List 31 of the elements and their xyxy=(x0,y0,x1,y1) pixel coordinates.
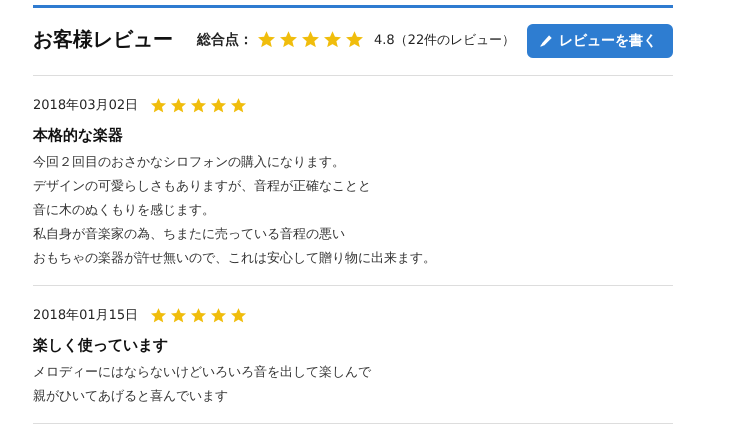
review-text-line: 私自身が音楽家の為、ちまたに売っている音程の悪い xyxy=(33,226,345,244)
star-icon xyxy=(279,30,298,49)
star-icon xyxy=(257,30,276,49)
rating-text: 4.8（22件のレビュー） xyxy=(374,32,516,48)
star-icon xyxy=(190,96,208,114)
review-text-line: メロディーにはならないけどいろいろ音を出して楽しんで xyxy=(33,364,371,382)
pencil-icon xyxy=(539,34,553,48)
review-title: 本格的な楽器 xyxy=(33,126,124,145)
section-title: お客様レビュー xyxy=(33,26,173,53)
star-icon xyxy=(210,96,228,114)
star-icon xyxy=(170,96,188,114)
star-icon xyxy=(323,30,342,49)
review-text-line: 親がひいてあげると喜んでいます xyxy=(33,388,228,406)
star-icon xyxy=(190,306,208,324)
star-icon xyxy=(230,306,248,324)
star-icon xyxy=(345,30,364,49)
review-text-line: 今回２回目のおさかなシロフォンの購入になります。 xyxy=(33,154,345,172)
star-icon xyxy=(230,96,248,114)
star-icon xyxy=(170,306,188,324)
review-date: 2018年03月02日 xyxy=(33,97,138,114)
star-icon xyxy=(150,306,168,324)
review-date: 2018年01月15日 xyxy=(33,307,138,324)
review-text-line: 音に木のぬくもりを感じます。 xyxy=(33,202,215,220)
review-text-line: おもちゃの楽器が許せ無いので、これは安心して贈り物に出来ます。 xyxy=(33,250,436,268)
star-icon xyxy=(301,30,320,49)
review-text-line: デザインの可愛らしさもありますが、音程が正確なことと xyxy=(33,178,371,196)
review-title: 楽しく使っています xyxy=(33,336,169,355)
star-icon xyxy=(150,96,168,114)
rating-label: 総合点： xyxy=(197,30,253,48)
star-icon xyxy=(210,306,228,324)
write-review-button[interactable]: レビューを書く xyxy=(527,24,673,58)
